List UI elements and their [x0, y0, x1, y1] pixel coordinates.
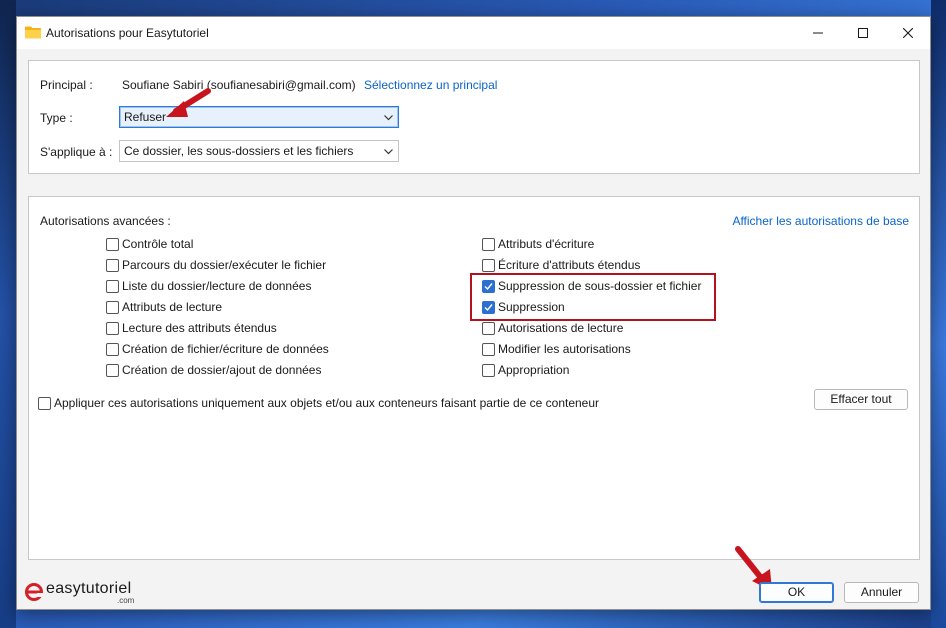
title-bar[interactable]: Autorisations pour Easytutoriel	[17, 17, 930, 49]
permission-label: Lecture des attributs étendus	[122, 321, 277, 335]
minimize-icon	[813, 32, 823, 34]
permission-label: Modifier les autorisations	[498, 342, 631, 356]
cancel-button[interactable]: Annuler	[844, 582, 919, 603]
permission-label: Création de fichier/écriture de données	[122, 342, 329, 356]
permission-checkbox[interactable]	[106, 363, 119, 377]
permission-checkbox-row[interactable]: Attributs d'écriture	[482, 237, 594, 251]
permission-checkbox-row[interactable]: Écriture d'attributs étendus	[482, 258, 640, 272]
permission-checkbox[interactable]	[482, 237, 495, 251]
permission-checkbox-row[interactable]: Attributs de lecture	[106, 300, 222, 314]
type-label: Type :	[40, 111, 73, 125]
desktop-wallpaper-left	[0, 0, 16, 628]
window-title: Autorisations pour Easytutoriel	[46, 26, 209, 40]
permission-checkbox-row[interactable]: Modifier les autorisations	[482, 342, 631, 356]
maximize-button[interactable]	[840, 17, 886, 49]
permission-label: Liste du dossier/lecture de données	[122, 279, 312, 293]
advanced-permissions-panel: Autorisations avancées : Afficher les au…	[28, 196, 920, 560]
permission-label: Parcours du dossier/exécuter le fichier	[122, 258, 327, 272]
type-selected-value: Refuser	[124, 110, 167, 124]
applies-to-selected-value: Ce dossier, les sous-dossiers et les fic…	[124, 144, 354, 158]
select-principal-link[interactable]: Sélectionnez un principal	[364, 78, 497, 92]
permission-checkbox[interactable]	[482, 321, 495, 335]
permission-label: Création de dossier/ajout de données	[122, 363, 322, 377]
type-dropdown[interactable]: Refuser	[119, 106, 399, 128]
permission-checkbox[interactable]	[106, 342, 119, 356]
clear-all-button[interactable]: Effacer tout	[814, 389, 908, 410]
permission-checkbox-row[interactable]: Parcours du dossier/exécuter le fichier	[106, 258, 326, 272]
permission-checkbox[interactable]	[106, 237, 119, 251]
permission-checkbox-row[interactable]: Autorisations de lecture	[482, 321, 623, 335]
applies-to-dropdown[interactable]: Ce dossier, les sous-dossiers et les fic…	[119, 140, 399, 162]
principal-label: Principal :	[40, 78, 93, 92]
permission-checkbox[interactable]	[106, 279, 119, 293]
ok-button[interactable]: OK	[759, 582, 834, 603]
permission-checkbox-row[interactable]: Appropriation	[482, 363, 569, 377]
permission-checkbox-row[interactable]: Liste du dossier/lecture de données	[106, 279, 311, 293]
annotation-highlight-box	[470, 273, 716, 321]
maximize-icon	[858, 28, 868, 38]
annotation-arrow-icon	[166, 88, 211, 117]
close-icon	[903, 28, 913, 38]
permission-checkbox-row[interactable]: Création de fichier/écriture de données	[106, 342, 329, 356]
chevron-down-icon	[384, 149, 393, 155]
easytutoriel-logo-icon	[25, 583, 44, 601]
principal-value: Soufiane Sabiri (soufianesabiri@gmail.co…	[122, 78, 356, 92]
permission-checkbox[interactable]	[482, 363, 495, 377]
permission-checkbox-row[interactable]: Création de dossier/ajout de données	[106, 363, 321, 377]
permission-checkbox[interactable]	[106, 321, 119, 335]
apply-only-label: Appliquer ces autorisations uniquement a…	[54, 396, 600, 410]
permission-checkbox[interactable]	[482, 258, 495, 272]
permission-checkbox-row[interactable]: Contrôle total	[106, 237, 193, 251]
chevron-down-icon	[384, 115, 393, 121]
close-button[interactable]	[885, 17, 931, 49]
permission-label: Écriture d'attributs étendus	[498, 258, 641, 272]
easytutoriel-logo: easytutoriel .com	[25, 579, 155, 605]
desktop-wallpaper-right	[931, 0, 946, 628]
permission-label: Appropriation	[498, 363, 570, 377]
show-basic-permissions-link[interactable]: Afficher les autorisations de base	[732, 214, 909, 228]
permission-checkbox-row[interactable]: Lecture des attributs étendus	[106, 321, 277, 335]
permission-label: Attributs d'écriture	[498, 237, 595, 251]
permission-label: Contrôle total	[122, 237, 194, 251]
minimize-button[interactable]	[795, 17, 841, 49]
permission-label: Attributs de lecture	[122, 300, 223, 314]
permission-checkbox[interactable]	[106, 300, 119, 314]
apply-only-checkbox[interactable]	[38, 396, 51, 410]
folder-icon	[25, 26, 41, 39]
advanced-permissions-label: Autorisations avancées :	[40, 214, 171, 228]
applies-to-label: S'applique à :	[40, 145, 113, 159]
permission-checkbox[interactable]	[106, 258, 119, 272]
permissions-dialog: Autorisations pour Easytutoriel Principa…	[16, 16, 931, 610]
permission-checkbox[interactable]	[482, 342, 495, 356]
permission-label: Autorisations de lecture	[498, 321, 624, 335]
logo-domain: .com	[117, 596, 135, 605]
apply-only-checkbox-row[interactable]: Appliquer ces autorisations uniquement a…	[38, 396, 599, 410]
